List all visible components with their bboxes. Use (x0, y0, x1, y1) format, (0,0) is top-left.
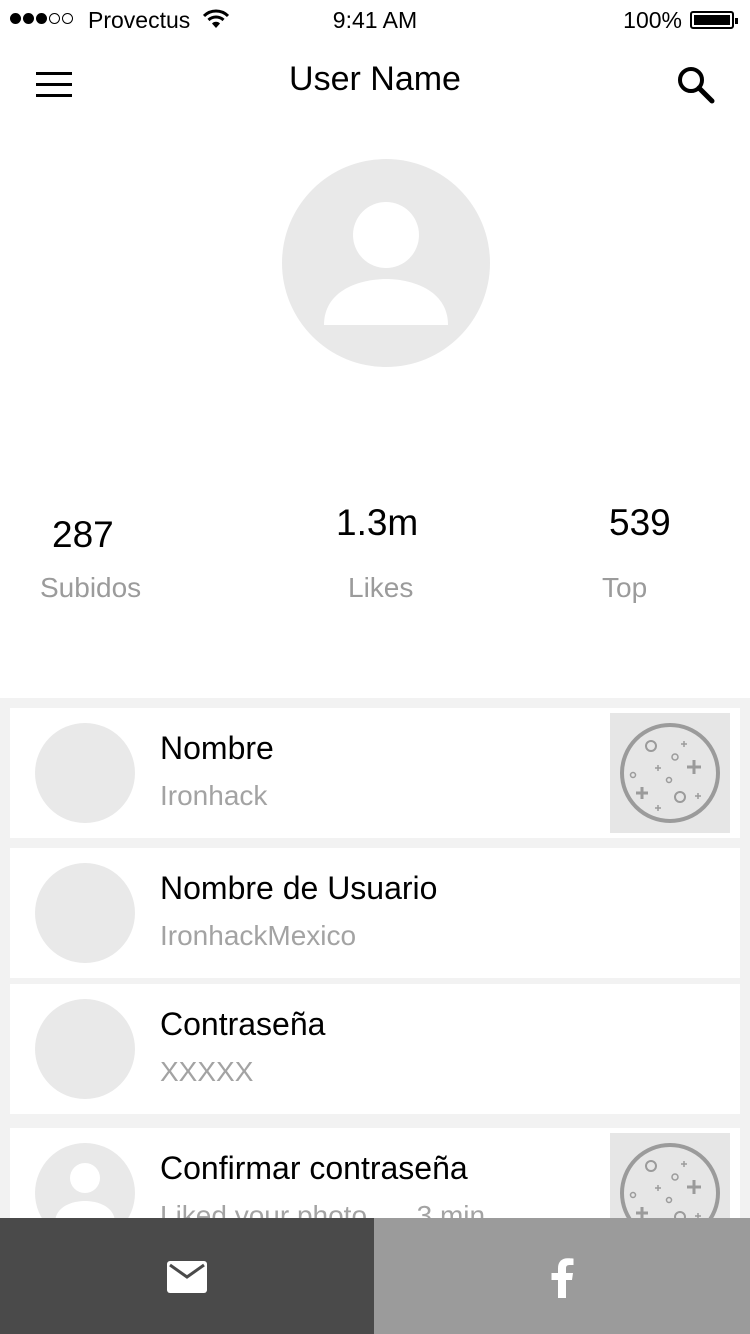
search-button[interactable] (676, 65, 716, 105)
thumbnail[interactable] (610, 713, 730, 833)
mail-icon (167, 1261, 207, 1293)
stat-likes-value: 1.3m (336, 502, 419, 543)
list-item-title: Confirmar contraseña (160, 1150, 468, 1186)
page-title: User Name (289, 60, 461, 98)
profile-avatar[interactable] (282, 159, 490, 367)
stat-top-value: 539 (609, 502, 671, 543)
list-item-title: Contraseña (160, 1006, 326, 1042)
pizza-placeholder-icon (620, 723, 720, 823)
facebook-button[interactable] (374, 1218, 750, 1334)
stat-uploads-value: 287 (52, 514, 114, 555)
avatar (35, 863, 135, 963)
status-bar: Provectus 9:41 AM 100% (0, 0, 750, 40)
avatar (35, 999, 135, 1099)
user-icon (324, 202, 448, 325)
list-item-title: Nombre de Usuario (160, 870, 438, 906)
mail-button[interactable] (0, 1218, 374, 1334)
avatar (35, 723, 135, 823)
list-item-nombre-de-usuario[interactable]: Nombre de Usuario IronhackMexico (10, 848, 740, 978)
facebook-icon (551, 1258, 574, 1298)
bottom-action-bar (0, 1218, 750, 1334)
stat-uploads-label: Subidos (40, 572, 142, 603)
battery-percentage: 100% (623, 7, 682, 33)
stat-likes-label: Likes (348, 572, 414, 603)
list-item-subtitle: IronhackMexico (160, 920, 357, 951)
stat-top-label: Top (602, 572, 648, 603)
list-item-nombre[interactable]: Nombre Ironhack (10, 708, 740, 838)
list-item-contrasena[interactable]: Contraseña XXXXX (10, 984, 740, 1114)
list-item-title: Nombre (160, 730, 274, 766)
list-item-subtitle: Ironhack (160, 780, 268, 811)
battery-icon (690, 11, 738, 29)
list-item-subtitle: XXXXX (160, 1056, 254, 1087)
search-icon (678, 67, 715, 104)
